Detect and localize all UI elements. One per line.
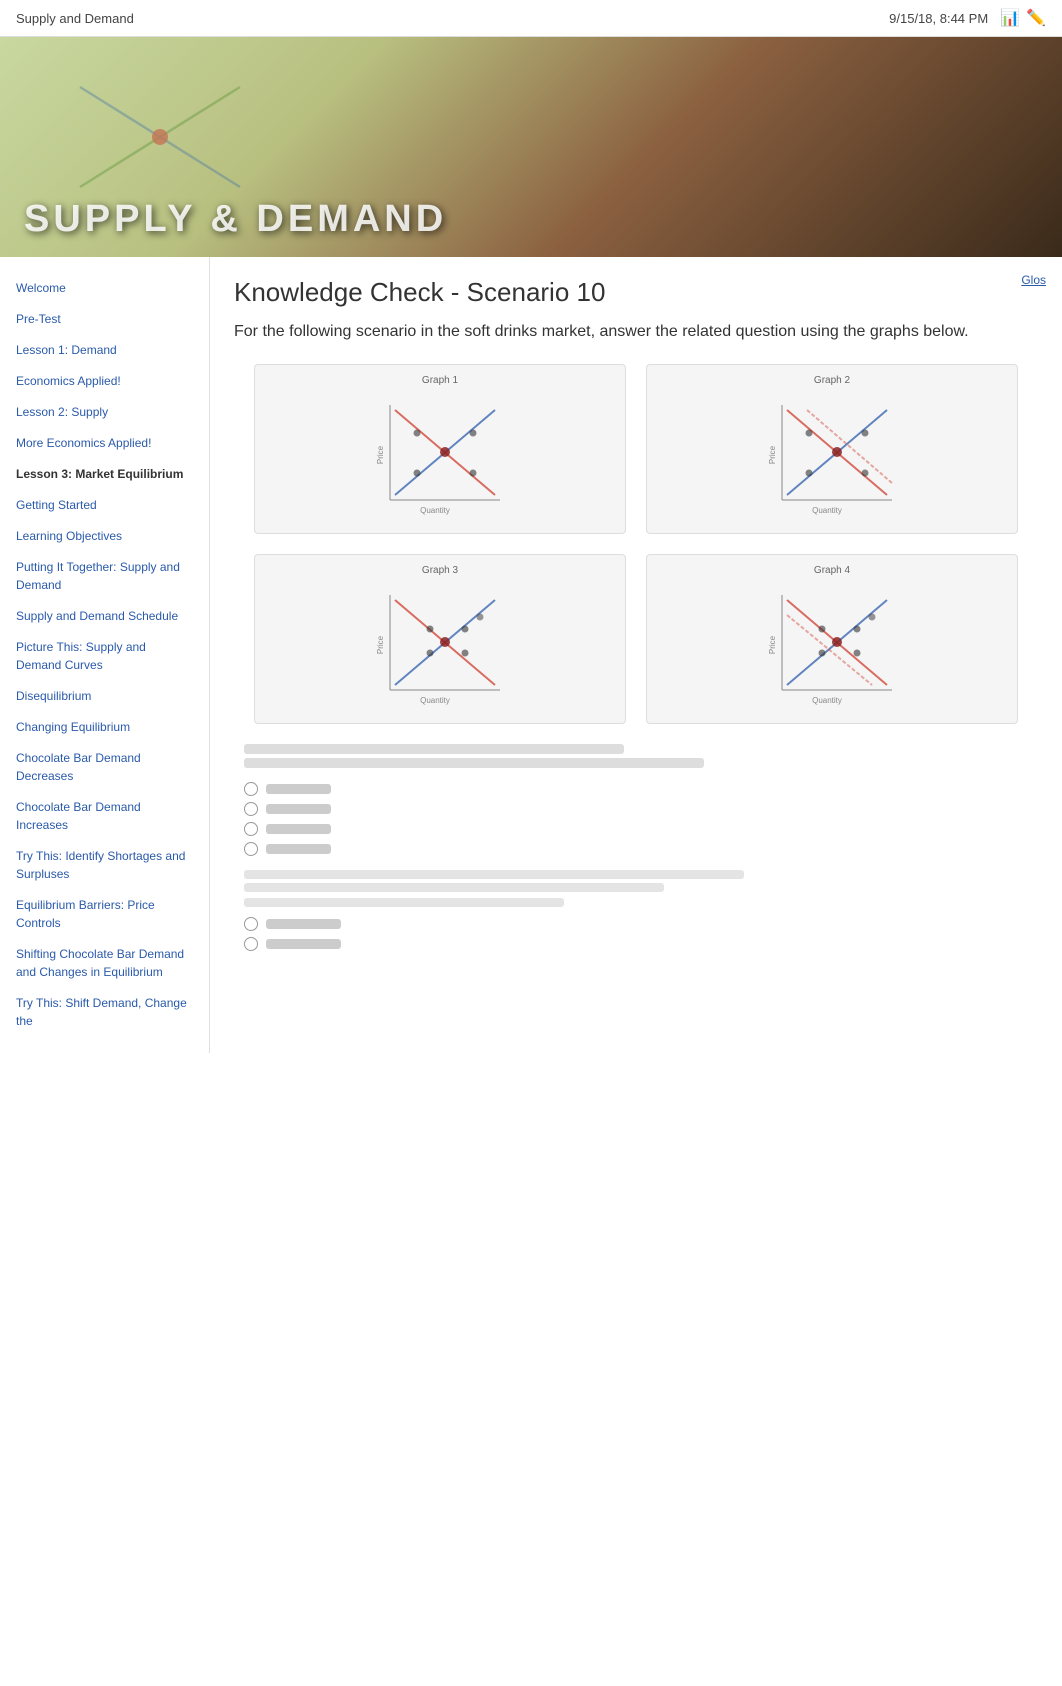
graph-4-svg-container: Quantity Price — [657, 580, 1007, 710]
svg-text:Quantity: Quantity — [812, 696, 842, 705]
radio-option-3[interactable] — [244, 822, 1028, 836]
graph-grid: Graph 1 — [234, 364, 1038, 724]
radio-5-circle[interactable] — [244, 917, 258, 931]
sidebar-item-choc-demand-increases[interactable]: Chocolate Bar Demand Increases — [12, 792, 197, 841]
sidebar-item-welcome[interactable]: Welcome — [12, 273, 197, 304]
graph-3: Graph 3 Quantity — [254, 554, 626, 724]
sidebar-item-pretest[interactable]: Pre-Test — [12, 304, 197, 335]
svg-text:Quantity: Quantity — [420, 696, 450, 705]
sidebar-item-try-this-shift[interactable]: Try This: Shift Demand, Change the — [12, 988, 197, 1037]
sidebar-item-putting-together[interactable]: Putting It Together: Supply and Demand — [12, 552, 197, 601]
graph-1-svg: Quantity Price — [375, 395, 505, 515]
glos-button[interactable]: Glos — [1021, 273, 1046, 287]
svg-text:Quantity: Quantity — [812, 506, 842, 515]
bar-chart-icon[interactable]: 📊 — [1000, 8, 1020, 28]
top-bar-right: 9/15/18, 8:44 PM 📊 ✏️ — [889, 8, 1046, 28]
radio-2-label — [266, 804, 331, 814]
radio-1-circle[interactable] — [244, 782, 258, 796]
question-section — [234, 744, 1038, 951]
question-line-1 — [244, 744, 624, 754]
graph-2: Graph 2 Quantity — [646, 364, 1018, 534]
graph-3-svg: Quantity Price — [375, 585, 505, 705]
graph-2-label: Graph 2 — [657, 375, 1007, 386]
hero-banner: SUPPLY & DEMAND — [0, 37, 1062, 257]
blurred-section-label — [244, 898, 564, 907]
content-area: Glos Knowledge Check - Scenario 10 For t… — [210, 257, 1062, 1053]
graph-4-svg: Quantity Price — [767, 585, 897, 705]
sidebar-item-changing-equilibrium[interactable]: Changing Equilibrium — [12, 712, 197, 743]
top-bar: Supply and Demand 9/15/18, 8:44 PM 📊 ✏️ — [0, 0, 1062, 37]
sidebar-item-more-economics[interactable]: More Economics Applied! — [12, 428, 197, 459]
radio-4-label — [266, 844, 331, 854]
sidebar-item-supply-demand-schedule[interactable]: Supply and Demand Schedule — [12, 601, 197, 632]
edit-icon[interactable]: ✏️ — [1026, 8, 1046, 28]
radio-1-label — [266, 784, 331, 794]
blurred-para-1 — [244, 870, 744, 879]
page-title: Knowledge Check - Scenario 10 — [234, 277, 1038, 308]
intro-text: For the following scenario in the soft d… — [234, 320, 1038, 344]
graph-4-label: Graph 4 — [657, 565, 1007, 576]
radio-option-2[interactable] — [244, 802, 1028, 816]
main-layout: Welcome Pre-Test Lesson 1: Demand Econom… — [0, 257, 1062, 1053]
graph-2-svg-container: Quantity Price — [657, 390, 1007, 520]
radio-option-1[interactable] — [244, 782, 1028, 796]
graph-1-label: Graph 1 — [265, 375, 615, 386]
sidebar-item-economics-applied-1[interactable]: Economics Applied! — [12, 366, 197, 397]
sidebar-item-shifting-choc[interactable]: Shifting Chocolate Bar Demand and Change… — [12, 939, 197, 988]
question-line-2 — [244, 758, 704, 768]
graph-1: Graph 1 — [254, 364, 626, 534]
graph-4: Graph 4 Quan — [646, 554, 1018, 724]
blurred-para-2 — [244, 883, 664, 892]
sidebar-item-try-this-shortages[interactable]: Try This: Identify Shortages and Surplus… — [12, 841, 197, 890]
radio-option-6[interactable] — [244, 937, 1028, 951]
graph-1-svg-container: Quantity Price — [265, 390, 615, 520]
top-icons: 📊 ✏️ — [1000, 8, 1046, 28]
radio-6-circle[interactable] — [244, 937, 258, 951]
sidebar-item-lesson2[interactable]: Lesson 2: Supply — [12, 397, 197, 428]
hero-graph-decoration — [60, 67, 260, 207]
datetime: 9/15/18, 8:44 PM — [889, 11, 988, 26]
graph-3-svg-container: Quantity Price — [265, 580, 615, 710]
radio-5-label — [266, 919, 341, 929]
sidebar-item-lesson1[interactable]: Lesson 1: Demand — [12, 335, 197, 366]
graph-2-svg: Quantity Price — [767, 395, 897, 515]
radio-4-circle[interactable] — [244, 842, 258, 856]
sidebar-item-lesson3: Lesson 3: Market Equilibrium — [12, 459, 197, 490]
radio-6-label — [266, 939, 341, 949]
graph-3-label: Graph 3 — [265, 565, 615, 576]
sidebar-item-picture-this[interactable]: Picture This: Supply and Demand Curves — [12, 632, 197, 681]
radio-3-label — [266, 824, 331, 834]
svg-text:Quantity: Quantity — [420, 506, 450, 515]
sidebar-item-getting-started[interactable]: Getting Started — [12, 490, 197, 521]
sidebar-item-choc-demand-decreases[interactable]: Chocolate Bar Demand Decreases — [12, 743, 197, 792]
sidebar-item-equilibrium-barriers[interactable]: Equilibrium Barriers: Price Controls — [12, 890, 197, 939]
sidebar-item-learning-objectives[interactable]: Learning Objectives — [12, 521, 197, 552]
svg-text:Price: Price — [768, 445, 777, 464]
sidebar: Welcome Pre-Test Lesson 1: Demand Econom… — [0, 257, 210, 1053]
radio-option-5[interactable] — [244, 917, 1028, 931]
sidebar-item-disequilibrium[interactable]: Disequilibrium — [12, 681, 197, 712]
radio-3-circle[interactable] — [244, 822, 258, 836]
svg-text:Price: Price — [768, 635, 777, 654]
svg-text:Price: Price — [376, 635, 385, 654]
radio-option-4[interactable] — [244, 842, 1028, 856]
svg-text:Price: Price — [376, 445, 385, 464]
app-title: Supply and Demand — [16, 11, 134, 26]
radio-2-circle[interactable] — [244, 802, 258, 816]
